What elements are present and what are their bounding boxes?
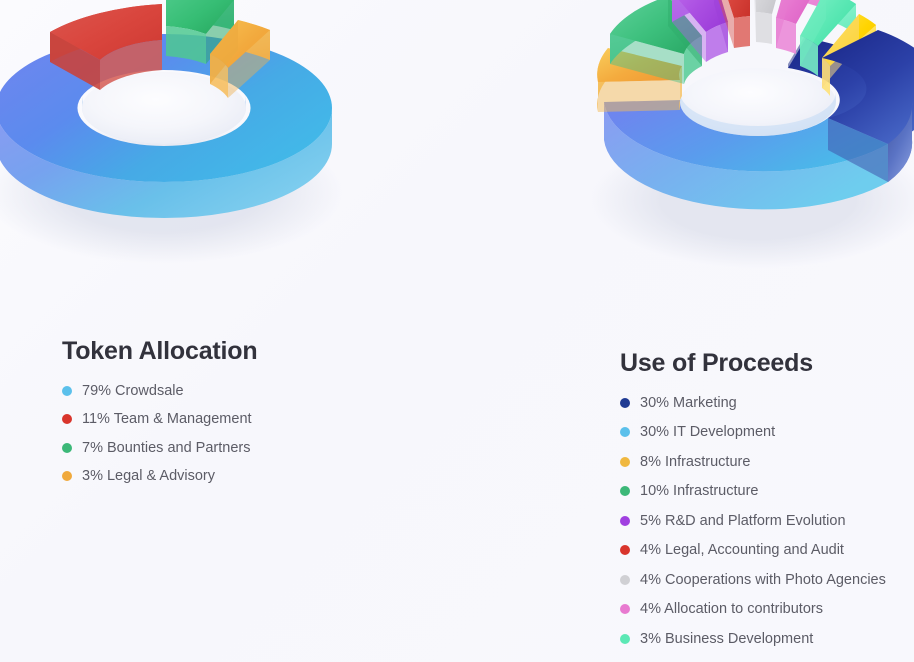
- legend-dot-icon: [62, 442, 72, 453]
- legend-dot-icon: [620, 515, 630, 526]
- slice-grey-inner: [756, 12, 772, 44]
- legend-dot-icon: [62, 385, 72, 396]
- use-of-proceeds-svg: [590, 0, 914, 268]
- slice-orange-cap: [598, 80, 680, 112]
- legend-item-rnd-platform[interactable]: 5% R&D and Platform Evolution: [620, 512, 914, 529]
- legend-item-label: 11% Team & Management: [82, 411, 252, 427]
- legend-item-photo-agencies[interactable]: 4% Cooperations with Photo Agencies: [620, 571, 914, 588]
- token-allocation-chart: [0, 0, 342, 296]
- token-allocation-legend-list: 79% Crowdsale 11% Team & Management 7% B…: [62, 382, 502, 484]
- legend-dot-icon: [62, 414, 72, 425]
- legend-dot-icon: [620, 604, 630, 615]
- legend-dot-icon: [620, 397, 630, 408]
- legend-dot-icon: [62, 471, 72, 482]
- legend-item-label: 4% Cooperations with Photo Agencies: [640, 571, 886, 588]
- use-of-proceeds-legend: Use of Proceeds 30% Marketing 30% IT Dev…: [620, 349, 914, 661]
- legend-dot-icon: [620, 545, 630, 556]
- use-of-proceeds-chart: [572, 0, 914, 290]
- legend-item-infrastructure-10[interactable]: 10% Infrastructure: [620, 484, 914, 499]
- legend-item-label: 30% IT Development: [640, 424, 776, 440]
- legend-item-label: 4% Allocation to contributors: [640, 601, 823, 617]
- legend-item-label: 30% Marketing: [640, 394, 737, 411]
- legend-item-label: 5% R&D and Platform Evolution: [640, 512, 846, 529]
- legend-item-infrastructure-8[interactable]: 8% Infrastructure: [620, 453, 914, 470]
- legend-item-marketing[interactable]: 30% Marketing: [620, 394, 914, 411]
- legend-item-label: 7% Bounties and Partners: [82, 439, 251, 456]
- slice-red-inner: [734, 16, 750, 48]
- legend-item-contributors[interactable]: 4% Allocation to contributors: [620, 602, 914, 617]
- token-allocation-title: Token Allocation: [62, 337, 258, 365]
- legend-item-label: 10% Infrastructure: [640, 483, 759, 499]
- legend-dot-icon: [620, 456, 630, 467]
- legend-dot-icon: [620, 486, 630, 497]
- legend-dot-icon: [620, 427, 630, 438]
- legend-item-it-development[interactable]: 30% IT Development: [620, 425, 914, 440]
- legend-item-label: 79% Crowdsale: [82, 382, 184, 399]
- legend-item-team-management[interactable]: 11% Team & Management: [62, 412, 502, 427]
- token-allocation-svg: [0, 0, 342, 264]
- legend-item-label: 3% Business Development: [640, 630, 814, 647]
- legend-item-bounties-partners[interactable]: 7% Bounties and Partners: [62, 439, 502, 456]
- legend-item-business-development[interactable]: 3% Business Development: [620, 630, 914, 647]
- use-of-proceeds-legend-list: 30% Marketing 30% IT Development 8% Infr…: [620, 394, 914, 647]
- legend-dot-icon: [620, 574, 630, 585]
- slice-grey-capL: [754, 0, 756, 42]
- legend-dot-icon: [620, 633, 630, 644]
- legend-item-label: 4% Legal, Accounting and Audit: [640, 542, 844, 558]
- legend-item-legal-advisory[interactable]: 3% Legal & Advisory: [62, 469, 502, 484]
- use-of-proceeds-title: Use of Proceeds: [620, 349, 813, 377]
- legend-item-label: 3% Legal & Advisory: [82, 468, 215, 484]
- legend-item-crowdsale[interactable]: 79% Crowdsale: [62, 382, 502, 399]
- token-allocation-legend: Token Allocation 79% Crowdsale 11% Team …: [62, 337, 502, 498]
- legend-item-legal-audit[interactable]: 4% Legal, Accounting and Audit: [620, 543, 914, 558]
- legend-item-label: 8% Infrastructure: [640, 453, 751, 470]
- page-root: Token Allocation 79% Crowdsale 11% Team …: [0, 0, 914, 662]
